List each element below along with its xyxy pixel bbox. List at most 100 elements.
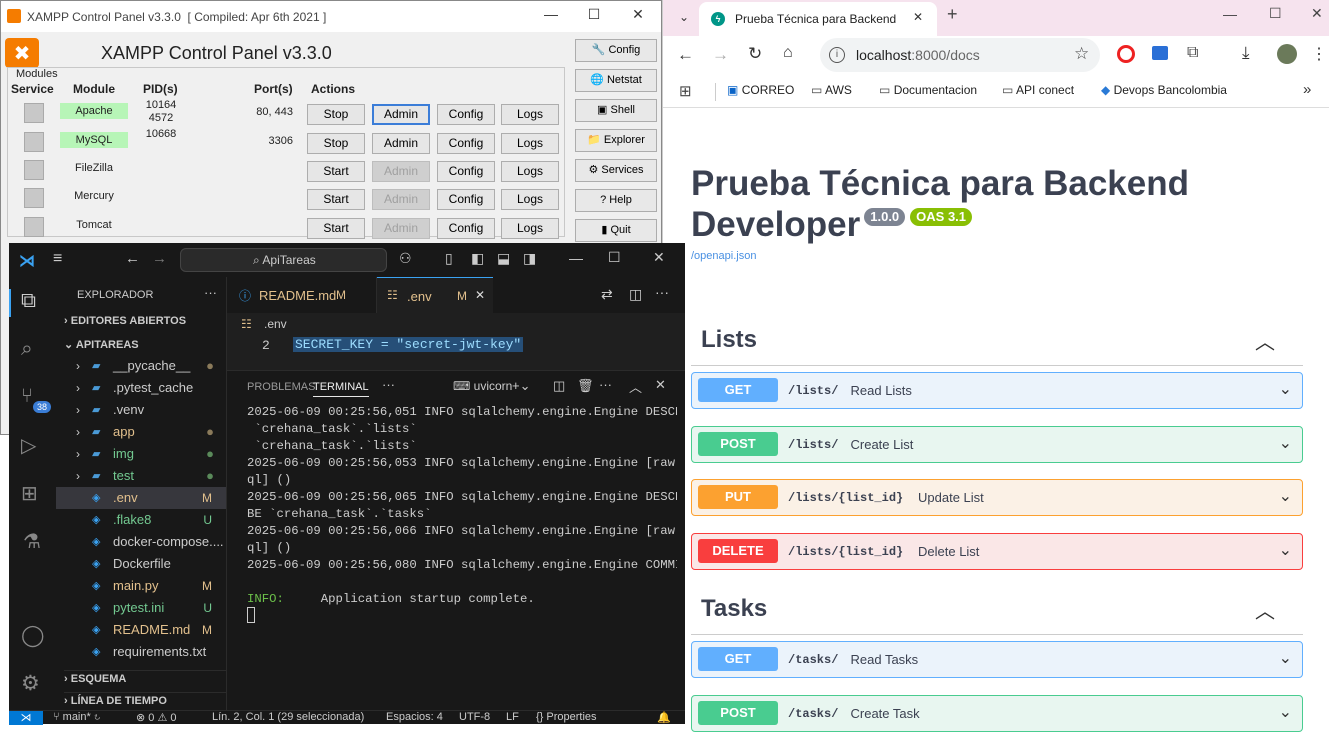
service-checkbox[interactable] bbox=[24, 132, 44, 152]
logs-button[interactable]: Logs bbox=[501, 133, 559, 154]
bookmark-item[interactable]: ▭ AWS bbox=[811, 83, 852, 97]
new-tab-icon[interactable]: + bbox=[947, 4, 958, 25]
remote-icon[interactable]: ⋊ bbox=[9, 711, 43, 725]
source-control-icon[interactable]: ⑂ bbox=[21, 385, 33, 408]
services-button[interactable]: ⚙ Services bbox=[575, 159, 657, 182]
toggle-sidebar-icon[interactable]: ◧ bbox=[471, 250, 484, 267]
timeline-header[interactable]: › LÍNEA DE TIEMPO bbox=[64, 692, 226, 707]
menu-hamburger-icon[interactable]: ≡ bbox=[53, 250, 62, 268]
start-stop-button[interactable]: Stop bbox=[307, 104, 365, 125]
site-info-icon[interactable]: i bbox=[829, 47, 845, 63]
service-checkbox[interactable] bbox=[24, 217, 44, 237]
operation-get[interactable]: GET /lists/ Read Lists ⌄ bbox=[691, 372, 1303, 409]
testing-icon[interactable]: ⚗ bbox=[23, 529, 41, 554]
tab-terminal[interactable]: TERMINAL bbox=[313, 381, 369, 397]
folder-item[interactable]: › ▰ .venv bbox=[56, 399, 226, 421]
new-terminal-icon[interactable]: +⌄ bbox=[512, 378, 530, 394]
vscode-close-button[interactable]: ✕ bbox=[653, 249, 665, 266]
openapi-link[interactable]: /openapi.json bbox=[691, 250, 756, 262]
home-icon[interactable]: ⌂ bbox=[783, 44, 793, 62]
problems-indicator[interactable]: ⊗ 0 ⚠ 0 bbox=[136, 711, 176, 724]
service-checkbox[interactable] bbox=[24, 160, 44, 180]
file-item[interactable]: ◈ pytest.ini U bbox=[56, 597, 226, 619]
operation-post[interactable]: POST /tasks/ Create Task ⌄ bbox=[691, 694, 1303, 732]
config-button[interactable]: Config bbox=[437, 189, 495, 210]
admin-button[interactable]: Admin bbox=[372, 161, 430, 182]
download-icon[interactable]: ⤓ bbox=[1242, 43, 1250, 63]
more-bookmarks-icon[interactable]: » bbox=[1303, 81, 1311, 98]
terminal-more-icon[interactable]: ··· bbox=[599, 377, 612, 392]
start-stop-button[interactable]: Start bbox=[307, 218, 365, 239]
explorer-button[interactable]: 📁 Explorer bbox=[575, 129, 657, 152]
address-bar[interactable]: i localhost:8000/docs ☆ bbox=[820, 38, 1100, 72]
folder-item[interactable]: › ▰ app ● bbox=[56, 421, 226, 443]
opera-extension-icon[interactable] bbox=[1117, 45, 1135, 63]
expand-chevron-icon[interactable]: ⌄ bbox=[1279, 540, 1292, 560]
logs-button[interactable]: Logs bbox=[501, 189, 559, 210]
tab-readme[interactable]: ⓘ README.md M bbox=[227, 277, 377, 313]
tab-problems[interactable]: PROBLEMAS bbox=[247, 381, 315, 393]
expand-chevron-icon[interactable]: ⌄ bbox=[1279, 379, 1292, 399]
operation-put[interactable]: PUT /lists/{list_id} Update List ⌄ bbox=[691, 479, 1303, 516]
help-button[interactable]: ? Help bbox=[575, 189, 657, 212]
bookmark-item[interactable]: ◆ Devops Bancolombia bbox=[1101, 83, 1227, 97]
bookmark-star-icon[interactable]: ☆ bbox=[1074, 44, 1089, 64]
chrome-close-button[interactable]: ✕ bbox=[1311, 5, 1323, 22]
terminal-selector[interactable]: ⌨ uvicorn bbox=[453, 379, 512, 393]
file-item[interactable]: ◈ Dockerfile bbox=[56, 553, 226, 575]
trash-icon[interactable]: 🗑 bbox=[577, 378, 594, 394]
split-editor-icon[interactable]: ◫ bbox=[629, 286, 642, 303]
terminal-output[interactable]: 2025-06-09 00:25:56,051 INFO sqlalchemy.… bbox=[247, 404, 677, 608]
section-lists-header[interactable]: Lists ︿ bbox=[691, 322, 1303, 366]
admin-button[interactable]: Admin bbox=[372, 218, 430, 239]
operation-delete[interactable]: DELETE /lists/{list_id} Delete List ⌄ bbox=[691, 532, 1303, 570]
search-view-icon[interactable]: ⌕ bbox=[21, 337, 33, 361]
toggle-secondary-sidebar-icon[interactable]: ◨ bbox=[523, 250, 536, 267]
bookmark-item[interactable]: ▭ API conect bbox=[1002, 83, 1074, 97]
vscode-minimize-button[interactable]: — bbox=[569, 250, 583, 266]
config-button[interactable]: Config bbox=[437, 104, 495, 125]
compare-changes-icon[interactable]: ⇄ bbox=[601, 286, 613, 303]
split-terminal-icon[interactable]: ◫ bbox=[553, 378, 565, 394]
maximize-panel-icon[interactable]: ︿ bbox=[629, 377, 642, 396]
admin-button[interactable]: Admin bbox=[372, 104, 430, 125]
project-header[interactable]: ⌄ APITAREAS bbox=[64, 338, 139, 351]
back-icon[interactable]: ← bbox=[677, 45, 694, 65]
branch-indicator[interactable]: ⑂ main* ↻ bbox=[53, 711, 100, 723]
eol[interactable]: LF bbox=[506, 711, 519, 723]
admin-button[interactable]: Admin bbox=[372, 189, 430, 210]
service-checkbox[interactable] bbox=[24, 188, 44, 208]
vscode-maximize-button[interactable]: ☐ bbox=[608, 249, 621, 266]
tab-close-icon[interactable]: ✕ bbox=[475, 288, 485, 302]
maximize-button[interactable]: ☐ bbox=[584, 6, 604, 26]
close-panel-icon[interactable]: ✕ bbox=[655, 377, 666, 393]
chrome-minimize-button[interactable]: — bbox=[1223, 6, 1237, 22]
logs-button[interactable]: Logs bbox=[501, 104, 559, 125]
expand-chevron-icon[interactable]: ⌄ bbox=[1279, 648, 1292, 668]
language-mode[interactable]: {} Properties bbox=[536, 711, 597, 723]
accounts-icon[interactable]: ◯ bbox=[21, 623, 45, 648]
file-item[interactable]: ◈ .env M bbox=[56, 487, 226, 509]
extensions-icon[interactable]: ⊞ bbox=[21, 481, 38, 506]
run-debug-icon[interactable]: ▷ bbox=[21, 433, 36, 458]
file-item[interactable]: ◈ README.md M bbox=[56, 619, 226, 641]
admin-button[interactable]: Admin bbox=[372, 133, 430, 154]
start-stop-button[interactable]: Start bbox=[307, 189, 365, 210]
file-item[interactable]: ◈ docker-compose.... bbox=[56, 531, 226, 553]
expand-chevron-icon[interactable]: ⌄ bbox=[1279, 702, 1292, 722]
indentation[interactable]: Espacios: 4 bbox=[386, 711, 443, 723]
nav-forward-icon[interactable]: → bbox=[152, 250, 167, 267]
tab-search-icon[interactable]: ⌄ bbox=[673, 6, 695, 28]
file-item[interactable]: ◈ requirements.txt bbox=[56, 641, 226, 663]
file-item[interactable]: ◈ .flake8 U bbox=[56, 509, 226, 531]
folder-item[interactable]: › ▰ .pytest_cache bbox=[56, 377, 226, 399]
editor-content[interactable]: 2 SECRET_KEY = "secret-jwt-key" bbox=[227, 335, 685, 359]
close-button[interactable]: ✕ bbox=[628, 6, 648, 26]
file-item[interactable]: ◈ main.py M bbox=[56, 575, 226, 597]
notifications-icon[interactable]: 🔔 bbox=[657, 711, 671, 724]
extensions-puzzle-icon[interactable]: ⧉ bbox=[1187, 44, 1198, 62]
bookmark-item[interactable]: ▣ CORREO bbox=[727, 83, 794, 97]
layout-icon[interactable]: ▯ bbox=[445, 250, 453, 267]
profile-avatar[interactable] bbox=[1277, 44, 1297, 64]
folder-item[interactable]: › ▰ img ● bbox=[56, 443, 226, 465]
